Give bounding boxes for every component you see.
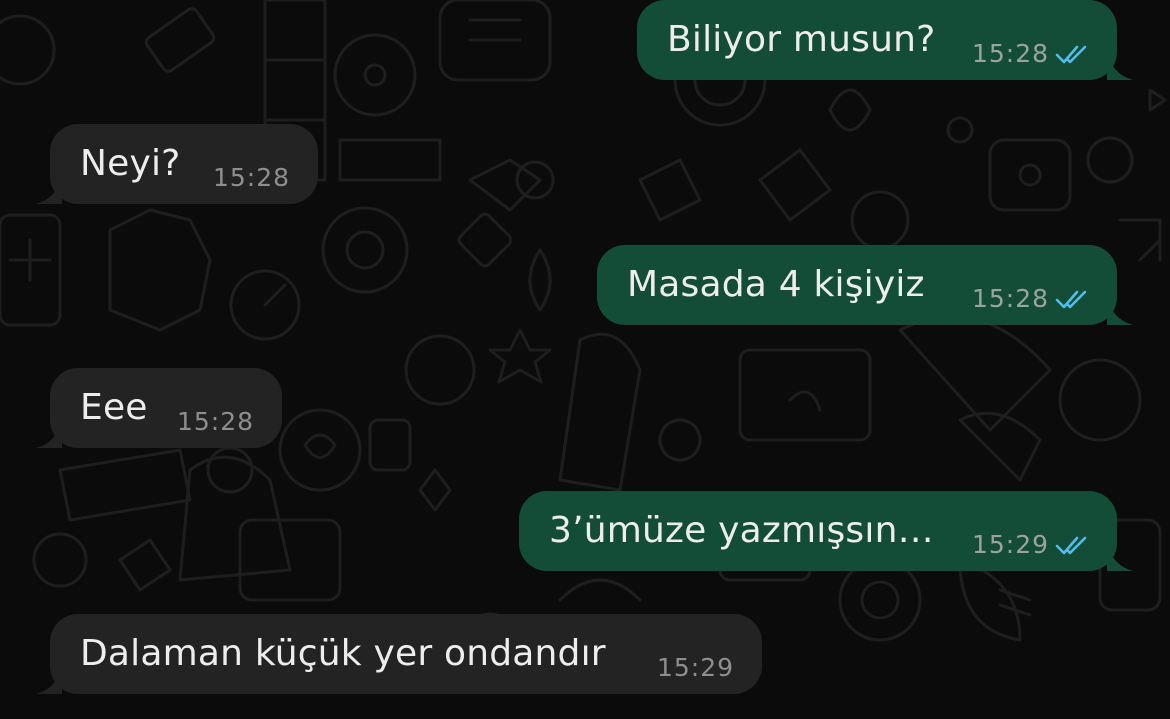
message-text: Masada 4 kişiyiz <box>627 264 925 305</box>
message-bubble-outgoing[interactable]: Masada 4 kişiyiz 15:28 <box>597 245 1133 325</box>
message-text: 3’ümüze yazmışsın… <box>549 510 934 551</box>
message-meta: 15:29 <box>657 653 734 682</box>
message-bubble-outgoing[interactable]: 3’ümüze yazmışsın… 15:29 <box>519 491 1133 571</box>
message-time: 15:29 <box>656 653 734 682</box>
message-time: 15:28 <box>176 407 254 436</box>
message-time: 15:28 <box>971 284 1049 313</box>
bubble-tail <box>36 174 62 204</box>
double-check-icon <box>1055 290 1087 308</box>
double-check-icon <box>1055 536 1087 554</box>
message-meta: 15:28 <box>972 284 1089 313</box>
message-time: 15:28 <box>971 39 1049 68</box>
message-meta: 15:29 <box>972 530 1089 559</box>
message-time: 15:28 <box>212 163 290 192</box>
double-check-icon <box>1055 45 1087 63</box>
message-bubble-incoming[interactable]: Eee 15:28 <box>36 368 282 448</box>
message-meta: 15:28 <box>972 39 1089 68</box>
bubble-tail <box>1107 50 1133 80</box>
chat-wallpaper-doodles <box>0 0 1167 668</box>
message-text: Dalaman küçük yer ondandır <box>80 633 606 674</box>
message-text: Neyi? <box>80 143 181 184</box>
bubble-tail <box>36 418 62 448</box>
message-bubble-outgoing[interactable]: Biliyor musun? 15:28 <box>637 0 1133 80</box>
message-time: 15:29 <box>971 530 1049 559</box>
message-text: Eee <box>80 387 148 428</box>
bubble-tail <box>1107 541 1133 571</box>
bubble-tail <box>1107 295 1133 325</box>
message-meta: 15:28 <box>213 163 290 192</box>
message-meta: 15:28 <box>177 407 254 436</box>
message-bubble-incoming[interactable]: Neyi? 15:28 <box>36 124 318 204</box>
message-bubble-incoming[interactable]: Dalaman küçük yer ondandır 15:29 <box>36 614 762 694</box>
message-text: Biliyor musun? <box>667 19 936 60</box>
bubble-tail <box>36 664 62 694</box>
chat-view: Biliyor musun? 15:28 Neyi? 15:28 Masada … <box>0 0 1170 719</box>
